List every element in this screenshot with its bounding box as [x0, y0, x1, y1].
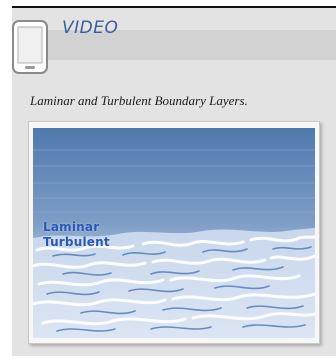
- video-caption: Laminar and Turbulent Boundary Layers.: [30, 93, 248, 108]
- sidebar-header-band: [12, 30, 336, 60]
- video-section-label: VIDEO: [62, 18, 119, 38]
- top-rule: [12, 6, 336, 8]
- turbulent-label: Turbulent: [43, 235, 110, 249]
- video-sidebar-page: VIDEO Laminar and Turbulent Boundary Lay…: [0, 0, 336, 360]
- mobile-device-icon: [12, 20, 48, 74]
- video-thumbnail-frame[interactable]: Laminar Turbulent: [28, 121, 320, 344]
- laminar-label: Laminar: [43, 220, 100, 234]
